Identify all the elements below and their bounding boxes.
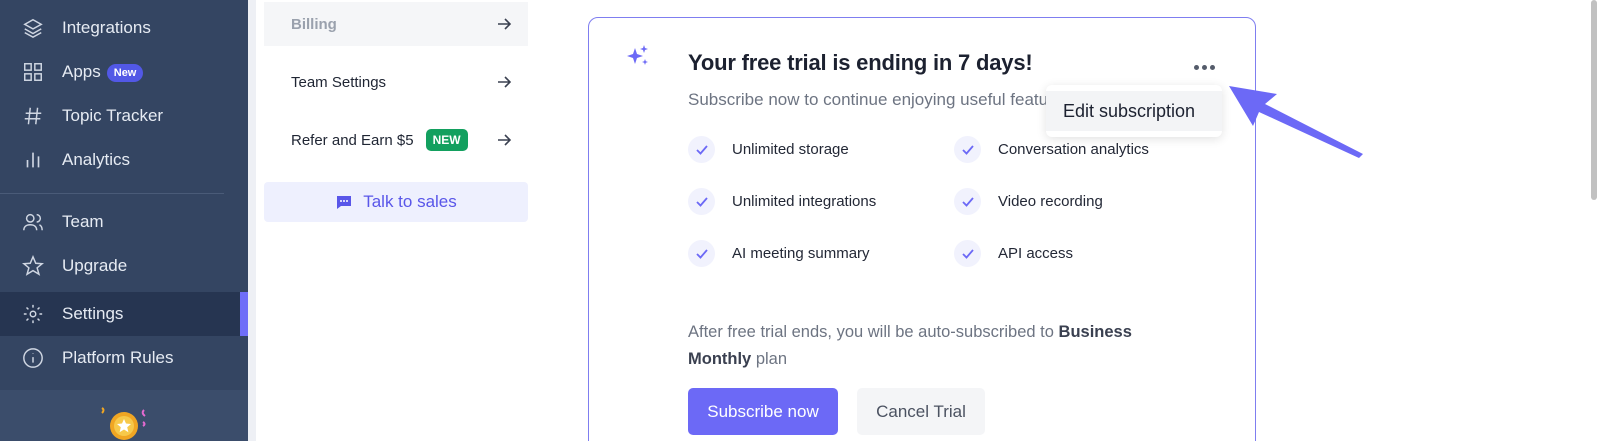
check-icon [954, 188, 981, 215]
cancel-trial-button[interactable]: Cancel Trial [857, 388, 985, 435]
feature-label: API access [998, 245, 1074, 262]
layers-icon [23, 18, 43, 39]
feature-item: API access [954, 240, 1073, 267]
annotation-arrow-icon [1229, 86, 1363, 158]
sidebar-item-integrations[interactable]: Integrations [0, 6, 248, 50]
sidebar-scrollbar[interactable] [248, 0, 256, 441]
check-icon [954, 136, 981, 163]
feature-item: Video recording [954, 188, 1103, 215]
more-dot [1210, 64, 1215, 70]
feature-item: Unlimited integrations [688, 188, 876, 215]
arrow-right-icon [498, 134, 512, 146]
bar-chart-icon [26, 152, 40, 168]
info-icon [23, 348, 43, 368]
options-dropdown: Edit subscription [1046, 85, 1222, 137]
more-dot [1194, 64, 1199, 70]
talk-to-sales-label: Talk to sales [363, 192, 457, 211]
sidebar-item-team[interactable]: Team [0, 200, 248, 244]
check-icon [688, 136, 715, 163]
sidebar-item-upgrade[interactable]: Upgrade [0, 244, 248, 288]
feature-label: Video recording [998, 193, 1103, 210]
gear-icon [23, 304, 43, 324]
submenu-refer-and-earn[interactable]: Refer and Earn $5 NEW [264, 118, 528, 162]
card-subtitle: Subscribe now to continue enjoying usefu… [688, 90, 1049, 109]
sidebar-divider [0, 193, 224, 194]
sidebar-item-label: Upgrade [62, 256, 128, 275]
feature-item: AI meeting summary [688, 240, 870, 267]
check-icon [688, 188, 715, 215]
trial-card: Your free trial is ending in 7 days! Sub… [588, 17, 1256, 441]
feature-label: Conversation analytics [998, 141, 1149, 158]
note-prefix: After free trial ends, you will be auto-… [688, 323, 1059, 341]
app-root: Integrations Apps New Topic Tracker Analy… [0, 0, 1600, 441]
page-scrollbar[interactable] [1588, 0, 1600, 441]
talk-to-sales-button[interactable]: Talk to sales [264, 182, 528, 222]
sidebar-item-analytics[interactable]: Analytics [0, 138, 248, 182]
feature-label: Unlimited integrations [732, 193, 877, 210]
sidebar-item-label: Settings [62, 304, 124, 323]
sidebar-item-label: Platform Rules [62, 348, 174, 367]
edit-subscription-menu-item[interactable]: Edit subscription [1046, 91, 1222, 131]
check-icon [954, 240, 981, 267]
sidebar-item-label: Integrations [62, 18, 151, 37]
sidebar-item-label: Team [62, 212, 104, 231]
sidebar-promo [0, 390, 248, 441]
feature-label: AI meeting summary [732, 245, 870, 262]
chat-icon [337, 196, 352, 209]
sidebar-item-topic-tracker[interactable]: Topic Tracker [0, 94, 248, 138]
check-icon [688, 240, 715, 267]
scrollbar-thumb[interactable] [1591, 0, 1597, 200]
new-badge: NEW [425, 129, 468, 151]
grid-icon [24, 63, 42, 81]
sidebar-item-label: Apps New [62, 62, 144, 82]
more-options-button[interactable] [1194, 62, 1216, 72]
sidebar-item-settings[interactable]: Settings [0, 292, 248, 336]
note-suffix: plan [751, 350, 788, 368]
submenu-refer-label: Refer and Earn $5 [291, 131, 414, 149]
arrow-right-icon [498, 76, 512, 88]
feature-item: Conversation analytics [954, 136, 1149, 163]
sidebar-item-label: Topic Tracker [62, 106, 164, 125]
feature-item: Unlimited storage [688, 136, 849, 163]
new-badge: New [106, 63, 144, 82]
subscribe-now-button[interactable]: Subscribe now [688, 388, 838, 435]
more-dot [1202, 64, 1207, 70]
submenu-billing[interactable]: Billing [264, 2, 528, 46]
users-icon [23, 213, 43, 231]
sidebar-item-label: Analytics [62, 150, 131, 169]
apps-label: Apps [62, 62, 101, 81]
feature-label: Unlimited storage [732, 141, 849, 158]
submenu-billing-label: Billing [291, 15, 337, 33]
medal-icon [101, 407, 146, 440]
sidebar-item-platform-rules[interactable]: Platform Rules [0, 336, 248, 380]
auto-subscribe-note: After free trial ends, you will be auto-… [688, 319, 1168, 373]
card-title: Your free trial is ending in 7 days! [688, 50, 1033, 75]
arrow-right-icon [498, 18, 512, 30]
hash-icon [24, 107, 42, 125]
star-icon [22, 255, 44, 276]
sidebar: Integrations Apps New Topic Tracker Analy… [0, 0, 248, 441]
submenu-team-settings[interactable]: Team Settings [264, 60, 528, 104]
sparkle-icon [627, 45, 648, 65]
sidebar-item-apps[interactable]: Apps New [0, 50, 248, 94]
submenu-team-settings-label: Team Settings [291, 73, 387, 91]
